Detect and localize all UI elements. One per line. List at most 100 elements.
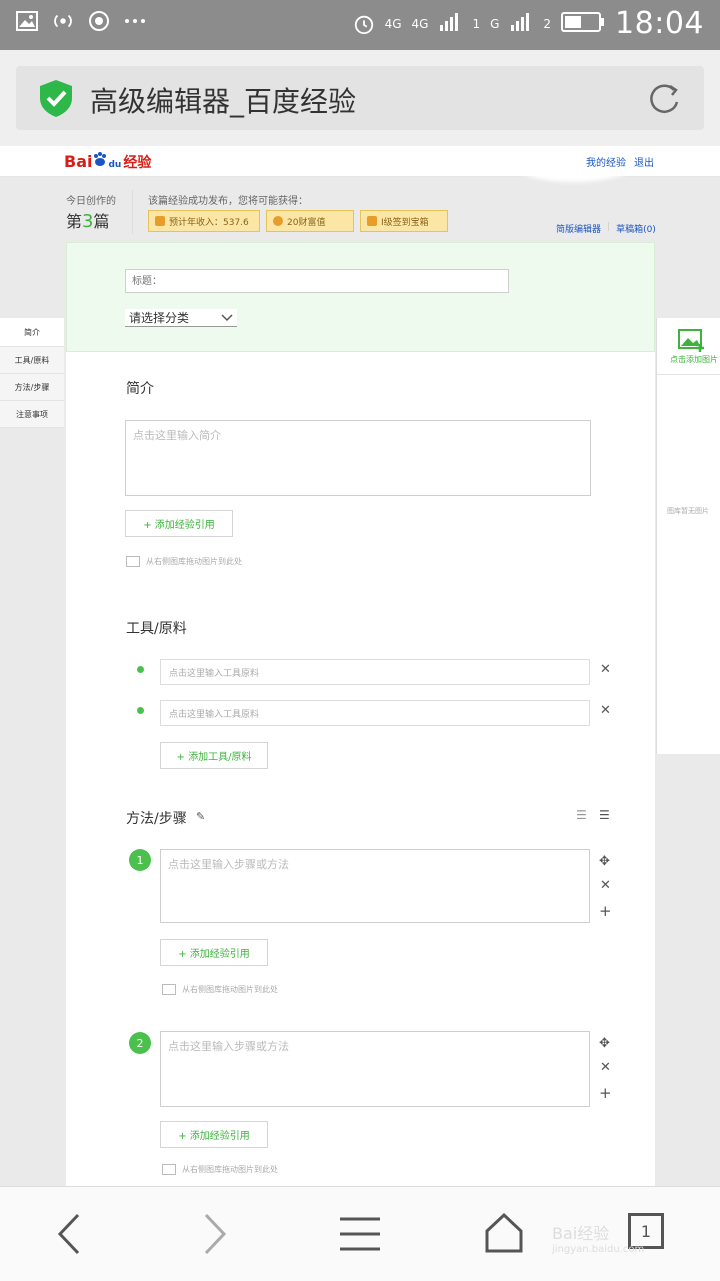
refresh-icon[interactable] xyxy=(644,78,684,118)
picture-icon xyxy=(162,1164,176,1175)
today-prefix: 第 xyxy=(66,212,83,231)
menu-icon[interactable] xyxy=(338,1215,382,1257)
add-step-after-1-icon[interactable]: + xyxy=(599,902,612,920)
category-select-value: 请选择分类 xyxy=(129,311,190,325)
add-tool-button[interactable]: + 添加工具/原料 xyxy=(160,742,268,769)
remove-tool-1-icon[interactable]: ✕ xyxy=(600,662,611,677)
address-bar[interactable]: 高级编辑器_百度经验 xyxy=(16,66,704,130)
status-right: 4G 4G 1 G 2 18:04 xyxy=(353,6,704,41)
title-section: 请选择分类 xyxy=(66,242,655,352)
logo-bai: Bai xyxy=(64,152,93,171)
publish-label: 该篇经验成功发布，您将可能获得： xyxy=(148,196,308,207)
reward-chest: I级签到宝箱 xyxy=(360,210,448,232)
steps-title: 方法/步骤 xyxy=(126,811,187,827)
nav-steps[interactable]: 方法/步骤 xyxy=(0,374,64,401)
remove-tool-2-icon[interactable]: ✕ xyxy=(600,703,611,718)
reward-income-label: 预计年收入：537.6 xyxy=(169,217,249,228)
logo-du: du xyxy=(108,160,122,170)
signal-icon-1 xyxy=(438,11,462,37)
divider xyxy=(132,190,133,234)
picture-icon xyxy=(162,984,176,995)
home-icon[interactable] xyxy=(484,1211,524,1259)
bullet-list-icon[interactable]: ☰ xyxy=(599,808,610,822)
reward-chest-label: I级签到宝箱 xyxy=(381,217,429,228)
move-step-1-icon[interactable]: ✥ xyxy=(599,854,610,869)
site-header: Bai du 经验 我的经验 退出 xyxy=(0,146,720,182)
gallery-empty-text: 图库暂无图片 xyxy=(667,507,709,515)
add-image-label: 点击添加图片 xyxy=(670,355,718,364)
simple-editor-link[interactable]: 简版编辑器 xyxy=(556,222,601,235)
step-1-add-ref-button[interactable]: + 添加经验引用 xyxy=(160,939,268,966)
link-divider: | xyxy=(607,222,611,232)
gift-icon xyxy=(155,216,165,226)
page-title: 高级编辑器_百度经验 xyxy=(90,85,357,118)
tools-title: 工具/原料 xyxy=(126,621,187,637)
baidu-jingyan-logo[interactable]: Bai du 经验 xyxy=(64,151,151,172)
drafts-link[interactable]: 草稿箱(0) xyxy=(616,222,656,235)
intro-textarea[interactable]: 点击这里输入简介 xyxy=(125,420,591,496)
editor-panel: 请选择分类 简介 点击这里输入简介 + 添加经验引用 从右侧图库拖动图片到此处 … xyxy=(66,242,655,1186)
title-input[interactable] xyxy=(125,269,509,293)
tab-count: 1 xyxy=(640,1221,652,1241)
step-textarea-1[interactable]: 点击这里输入步骤或方法 xyxy=(160,849,590,923)
reward-wealth-label: 20财富值 xyxy=(287,217,326,228)
nav-intro[interactable]: 简介 xyxy=(0,318,64,347)
step-number-1: 1 xyxy=(129,849,151,871)
record-icon xyxy=(88,10,110,32)
step-2-drag-hint: 从右侧图库拖动图片到此处 xyxy=(162,1164,278,1175)
step-1-drag-hint-text: 从右侧图库拖动图片到此处 xyxy=(182,985,278,994)
add-image-icon xyxy=(678,329,704,352)
browser-toolbar: 高级编辑器_百度经验 xyxy=(0,50,720,147)
section-nav: 简介 工具/原料 方法/步骤 注意事项 xyxy=(0,318,64,428)
forward-icon[interactable] xyxy=(198,1211,232,1261)
user-links: 我的经验 退出 xyxy=(586,154,654,169)
web-content: Bai du 经验 我的经验 退出 今日创作的 第3篇 该篇经验成功发布，您将可能获… xyxy=(0,146,720,1186)
paw-icon xyxy=(94,152,107,166)
nav-notes[interactable]: 注意事项 xyxy=(0,401,64,428)
network-type-1: 4G xyxy=(384,16,402,31)
clock: 18:04 xyxy=(615,6,704,41)
sim-2-label: 2 xyxy=(543,16,552,31)
intro-drag-hint-text: 从右侧图库拖动图片到此处 xyxy=(146,557,242,566)
tool-bullet-1 xyxy=(137,666,144,673)
step-number-2: 2 xyxy=(129,1032,151,1054)
add-image-button[interactable]: 点击添加图片 xyxy=(657,318,720,375)
chevron-down-icon xyxy=(221,313,233,321)
watermark-url: jingyan.baidu.com xyxy=(552,1244,645,1255)
alarm-icon xyxy=(353,13,375,35)
image-gallery: 点击添加图片 图库暂无图片 xyxy=(656,318,720,754)
battery-icon xyxy=(561,11,605,37)
coin-icon xyxy=(273,216,283,226)
step-2-add-ref-button[interactable]: + 添加经验引用 xyxy=(160,1121,268,1148)
hotspot-icon xyxy=(52,10,74,32)
treasure-chest-icon xyxy=(367,216,377,226)
security-shield-icon xyxy=(36,78,76,118)
network-type-3: G xyxy=(490,16,500,31)
back-icon[interactable] xyxy=(52,1211,86,1261)
reward-wealth: 20财富值 xyxy=(266,210,354,232)
remove-step-1-icon[interactable]: ✕ xyxy=(600,878,611,893)
move-step-2-icon[interactable]: ✥ xyxy=(599,1036,610,1051)
browser-bottom-nav: 1 xyxy=(0,1186,720,1281)
edit-pencil-icon[interactable]: ✎ xyxy=(196,810,205,823)
intro-title: 简介 xyxy=(126,381,154,397)
logo-jingyan: 经验 xyxy=(123,155,152,171)
category-select[interactable]: 请选择分类 xyxy=(125,309,237,327)
step-textarea-2[interactable]: 点击这里输入步骤或方法 xyxy=(160,1031,590,1107)
nav-tools[interactable]: 工具/原料 xyxy=(0,347,64,374)
tool-bullet-2 xyxy=(137,707,144,714)
logout-link[interactable]: 退出 xyxy=(634,154,654,169)
step-2-drag-hint-text: 从右侧图库拖动图片到此处 xyxy=(182,1165,278,1174)
reward-income: 预计年收入：537.6 xyxy=(148,210,260,232)
picture-icon xyxy=(126,556,140,567)
watermark: Bai经验 xyxy=(552,1224,610,1243)
step-1-drag-hint: 从右侧图库拖动图片到此处 xyxy=(162,984,278,995)
tool-input-1[interactable]: 点击这里输入工具原料 xyxy=(160,659,590,685)
remove-step-2-icon[interactable]: ✕ xyxy=(600,1060,611,1075)
numbered-list-icon[interactable]: ☰ xyxy=(576,808,587,822)
today-count: 第3篇 xyxy=(66,208,109,232)
my-jingyan-link[interactable]: 我的经验 xyxy=(586,154,626,169)
add-step-after-2-icon[interactable]: + xyxy=(599,1084,612,1102)
tool-input-2[interactable]: 点击这里输入工具原料 xyxy=(160,700,590,726)
intro-add-ref-button[interactable]: + 添加经验引用 xyxy=(125,510,233,537)
